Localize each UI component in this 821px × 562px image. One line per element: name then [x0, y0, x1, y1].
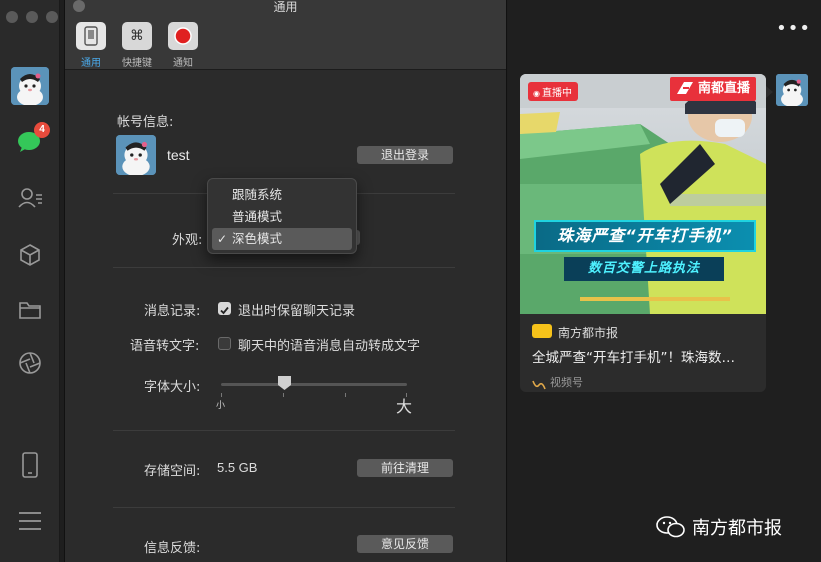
- appearance-option-dark-label: 深色模式: [232, 231, 283, 246]
- clear-storage-button[interactable]: 前往清理: [357, 459, 453, 477]
- font-size-slider-thumb[interactable]: [277, 375, 292, 391]
- command-key-icon: ⌘: [122, 22, 152, 50]
- avatar-image: [11, 67, 49, 105]
- feedback-button[interactable]: 意见反馈: [357, 535, 453, 553]
- watermark: 南方都市报: [656, 514, 782, 540]
- record-icon: [168, 22, 198, 50]
- live-badge-text: 直播中: [541, 88, 572, 99]
- more-options-icon[interactable]: •••: [776, 18, 811, 39]
- window-title: 通用: [273, 0, 298, 14]
- slider-tick: [283, 393, 284, 397]
- video-thumbnail[interactable]: ◉ 直播中 南都直播 珠海严查“开车打手机” 数百交警上路执法: [520, 74, 766, 314]
- appearance-label: 外观:: [172, 233, 203, 248]
- tab-general[interactable]: 通用: [71, 22, 111, 69]
- thumbnail-headline: 珠海严查“开车打手机”: [534, 220, 756, 252]
- font-size-label: 字体大小:: [144, 380, 201, 395]
- channel-badge: 南都直播: [670, 77, 757, 101]
- channel-badge-text: 南都直播: [698, 81, 751, 96]
- watermark-text: 南方都市报: [692, 518, 782, 539]
- app-sidebar: 4: [0, 0, 60, 562]
- keep-history-text: 退出时保留聊天记录: [238, 304, 356, 319]
- settings-titlebar: 通用 通用 ⌘ 快捷键 通知: [65, 0, 506, 70]
- voice-to-text-text: 聊天中的语音消息自动转成文字: [238, 339, 421, 354]
- font-size-small-label: 小: [216, 401, 226, 411]
- peer-avatar[interactable]: [776, 74, 808, 106]
- appearance-option-system[interactable]: 跟随系统: [208, 184, 356, 206]
- tab-notifications[interactable]: 通知: [163, 22, 203, 69]
- divider: [113, 430, 455, 431]
- channel-label: 视频号: [550, 376, 583, 389]
- general-tab-icon: [76, 22, 106, 50]
- zoom-window-button[interactable]: [46, 11, 58, 23]
- logout-button[interactable]: 退出登录: [357, 146, 453, 164]
- tab-shortcuts-label: 快捷键: [122, 58, 152, 69]
- storage-label: 存储空间:: [144, 464, 201, 479]
- bubble-tail: [766, 86, 773, 98]
- window-controls: [6, 11, 58, 23]
- checkmark-icon: ✓: [217, 232, 228, 246]
- divider: [113, 507, 455, 508]
- slider-tick: [345, 393, 346, 397]
- tab-shortcuts[interactable]: ⌘ 快捷键: [117, 22, 157, 69]
- storage-value: 5.5 GB: [217, 460, 258, 475]
- folder-icon[interactable]: [16, 296, 44, 324]
- thumbnail-subheadline: 数百交警上路执法: [564, 257, 724, 281]
- slider-tick: [221, 393, 222, 397]
- menu-icon[interactable]: [16, 507, 44, 535]
- settings-window: 通用 通用 ⌘ 快捷键 通知 帐号信息: test 退出登录 外观: 跟随系统 …: [64, 0, 507, 562]
- font-size-slider-track[interactable]: [221, 383, 407, 386]
- source-logo-icon: [532, 324, 552, 338]
- moments-icon[interactable]: [16, 349, 44, 377]
- phone-icon[interactable]: [16, 451, 44, 479]
- contacts-icon[interactable]: [16, 184, 44, 212]
- wechat-icon: [656, 516, 685, 538]
- divider: [113, 267, 455, 268]
- voice-to-text-checkbox[interactable]: [218, 337, 231, 350]
- voice-to-text-label: 语音转文字:: [130, 339, 200, 354]
- tab-notifications-label: 通知: [173, 58, 193, 69]
- minimize-window-button[interactable]: [26, 11, 38, 23]
- account-avatar: [116, 135, 156, 175]
- keep-history-checkbox[interactable]: [218, 302, 231, 315]
- account-name: test: [167, 147, 190, 163]
- font-size-large-label: 大: [396, 397, 413, 416]
- chat-icon[interactable]: 4: [16, 122, 50, 156]
- box-icon[interactable]: [16, 241, 44, 269]
- video-share-card[interactable]: ◉ 直播中 南都直播 珠海严查“开车打手机” 数百交警上路执法 南方都市报 全城严…: [520, 74, 766, 392]
- close-window-button[interactable]: [6, 11, 18, 23]
- settings-tabs: 通用 ⌘ 快捷键 通知: [71, 22, 203, 69]
- source-name: 南方都市报: [558, 326, 619, 340]
- card-title: 全城严查“开车打手机”！珠海数…: [532, 350, 735, 366]
- feedback-label: 信息反馈:: [144, 541, 201, 556]
- appearance-option-normal[interactable]: 普通模式: [208, 206, 356, 228]
- live-badge: ◉ 直播中: [528, 82, 578, 101]
- account-section-label: 帐号信息:: [117, 115, 174, 130]
- tab-general-label: 通用: [81, 58, 101, 69]
- chat-history-label: 消息记录:: [144, 304, 201, 319]
- chat-panel: ••• ◉ 直播中 南都直播 珠海严查“开车打手机” 数百交警上路执法 南方都市…: [508, 0, 821, 562]
- channels-icon: [532, 376, 546, 390]
- appearance-dropdown[interactable]: 跟随系统 普通模式 ✓ 深色模式: [207, 178, 357, 254]
- unread-badge: 4: [34, 122, 50, 138]
- appearance-option-dark[interactable]: ✓ 深色模式: [212, 228, 352, 250]
- channel-logo-icon: [677, 82, 693, 94]
- user-avatar[interactable]: [11, 67, 49, 105]
